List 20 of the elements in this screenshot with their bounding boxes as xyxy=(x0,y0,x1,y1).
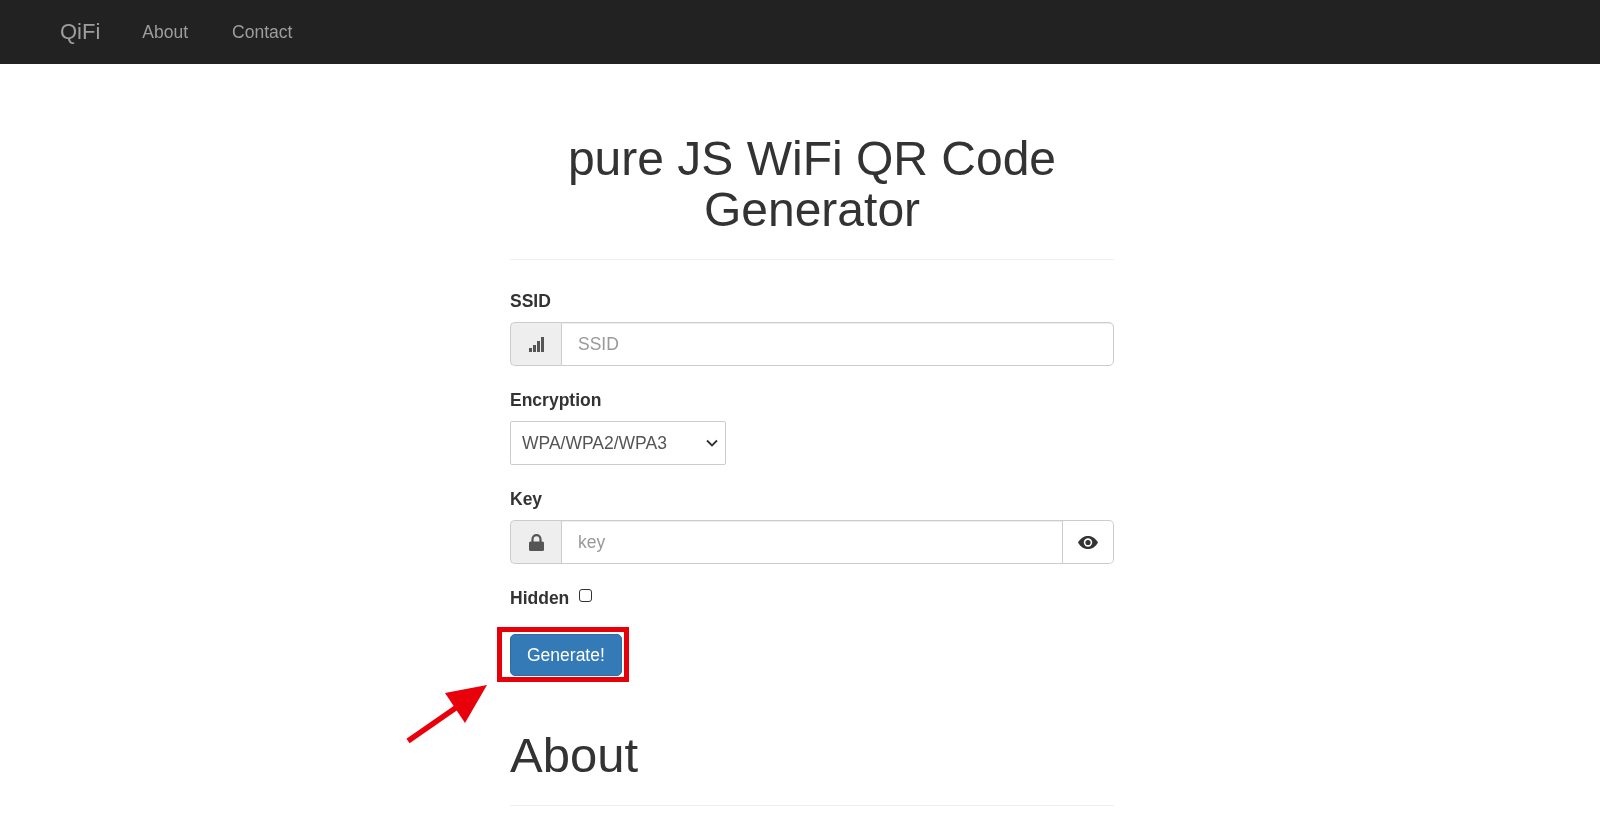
chevron-down-icon xyxy=(706,439,718,447)
arrow-icon xyxy=(405,683,489,745)
show-key-button[interactable] xyxy=(1063,520,1114,564)
ssid-field[interactable]: SSID xyxy=(561,322,1114,366)
field-label: Key xyxy=(510,488,544,511)
field-label: SSID xyxy=(510,290,552,313)
brand-link[interactable]: QiFi xyxy=(60,18,101,46)
nav-link[interactable]: Contact xyxy=(232,20,293,44)
signal-bars-icon xyxy=(528,336,544,352)
encryption-select[interactable]: WPA/WPA2/WPA3 xyxy=(510,421,726,465)
generate-button[interactable]: Generate! xyxy=(510,634,622,676)
lock-icon xyxy=(528,533,544,551)
page-title: pure JS WiFi QR Code Generator xyxy=(566,133,1058,235)
field-label: Encryption xyxy=(510,389,603,412)
checkbox-label: Hidden xyxy=(510,587,570,610)
eye-icon xyxy=(1078,535,1098,549)
section-heading: About xyxy=(510,730,640,781)
key-field[interactable]: key xyxy=(561,520,1063,564)
nav-link[interactable]: About xyxy=(142,20,189,44)
checkbox[interactable] xyxy=(579,589,593,602)
